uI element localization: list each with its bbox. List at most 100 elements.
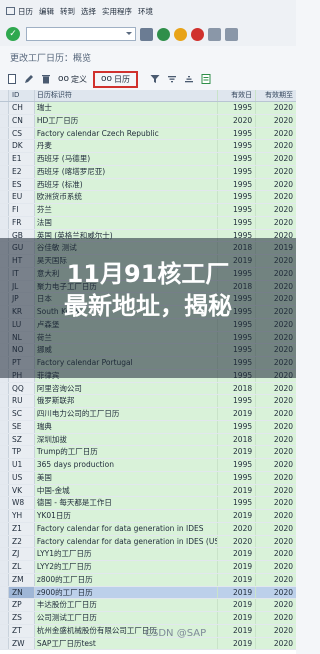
cancel-icon[interactable] <box>191 27 204 41</box>
column-header-valid-from[interactable]: 有效日期... <box>218 90 257 110</box>
row-selector[interactable] <box>0 535 9 548</box>
table-row[interactable]: US 美国 1995 2020 <box>0 471 296 485</box>
calendar-name-cell: Factory calendar Czech Republic <box>34 127 219 140</box>
row-selector[interactable] <box>0 204 9 216</box>
row-selector[interactable] <box>0 216 9 229</box>
row-selector[interactable] <box>0 153 9 165</box>
calendar-name-cell: HD工厂日历 <box>34 114 219 127</box>
table-row[interactable]: FR 法国 1995 2020 <box>0 216 296 230</box>
menu-goto[interactable]: 转到 <box>60 0 75 22</box>
export-button[interactable] <box>201 74 211 84</box>
menu-utilities[interactable]: 实用程序 <box>102 0 132 22</box>
menu-calendar[interactable]: 日历 <box>6 0 33 22</box>
calendar-button[interactable]: oo 日历 <box>93 70 138 88</box>
table-row[interactable]: ZN z900的工厂日历 2019 2020 <box>0 586 296 600</box>
table-row[interactable]: SZ 深圳加拔 2018 2020 <box>0 433 296 447</box>
sort-asc-button[interactable] <box>167 74 177 84</box>
enter-check-icon[interactable]: ✓ <box>6 27 20 41</box>
row-selector[interactable] <box>0 484 9 497</box>
save-icon[interactable] <box>140 27 153 41</box>
row-selector[interactable] <box>0 561 9 573</box>
menu-select[interactable]: 选择 <box>81 0 96 22</box>
table-row[interactable]: YH YK01日历 2019 2020 <box>0 510 296 523</box>
table-row[interactable]: QQ 阿里咨询公司 2018 2020 <box>0 382 296 396</box>
display-change-button[interactable] <box>7 74 17 84</box>
table-row[interactable]: ZJ LYY1的工厂日历 2019 2020 <box>0 548 296 561</box>
row-selector[interactable] <box>0 433 9 446</box>
row-selector[interactable] <box>0 114 9 127</box>
menu-edit[interactable]: 编辑 <box>39 0 54 22</box>
table-row[interactable]: FI 芬兰 1995 2020 <box>0 204 296 217</box>
back-icon[interactable] <box>157 27 170 41</box>
row-selector[interactable] <box>0 165 9 178</box>
row-selector[interactable] <box>0 140 9 152</box>
column-header-id[interactable]: ID <box>8 90 35 101</box>
filter-button[interactable] <box>150 74 160 84</box>
row-selector[interactable] <box>0 510 9 522</box>
table-row[interactable]: SE 瑞典 1995 2020 <box>0 420 296 434</box>
row-selector[interactable] <box>0 471 9 484</box>
glasses-icon: oo <box>101 74 113 84</box>
table-row[interactable]: E2 西班牙 (喀塔罗尼亚) 1995 2020 <box>0 165 296 179</box>
row-selector[interactable] <box>0 573 9 586</box>
row-selector[interactable] <box>0 637 9 650</box>
table-row[interactable]: W8 德国 - 每天都是工作日 1995 2020 <box>0 497 296 510</box>
row-selector[interactable] <box>0 382 9 395</box>
app-menu-icon[interactable] <box>6 7 15 15</box>
row-selector[interactable] <box>0 497 9 509</box>
table-row[interactable]: RU 俄罗斯联邦 1995 2020 <box>0 395 296 408</box>
row-selector[interactable] <box>0 586 9 599</box>
define-button[interactable]: oo 定义 <box>58 74 87 85</box>
table-row[interactable]: CS Factory calendar Czech Republic 1995 202… <box>0 127 296 141</box>
table-row[interactable]: U1 365 days production 1995 2020 <box>0 459 296 472</box>
table-row[interactable]: TP Trump的工厂日历 2019 2020 <box>0 446 296 459</box>
row-selector[interactable] <box>0 127 9 140</box>
row-selector[interactable] <box>0 612 9 624</box>
row-selector[interactable] <box>0 522 9 535</box>
row-selector[interactable] <box>0 191 9 203</box>
select-all-cell[interactable] <box>0 90 9 101</box>
table-row[interactable]: ES 西班牙 (标准) 1995 2020 <box>0 178 296 192</box>
table-row[interactable]: CH 瑞士 1995 2020 <box>0 102 296 115</box>
row-selector[interactable] <box>0 446 9 458</box>
row-selector[interactable] <box>0 395 9 407</box>
valid-to-cell: 2020 <box>256 637 296 650</box>
exit-icon[interactable] <box>174 27 187 41</box>
menu-environment[interactable]: 环境 <box>138 0 153 22</box>
table-row[interactable]: Z2 Factory calendar for data generation i… <box>0 535 296 549</box>
table-row[interactable]: ZL LYY2的工厂日历 2019 2020 <box>0 561 296 574</box>
row-selector[interactable] <box>0 624 9 637</box>
table-row[interactable]: ZW SAP工厂日历test 2019 2020 <box>0 637 296 651</box>
command-field[interactable] <box>26 27 136 41</box>
find-icon[interactable] <box>225 27 238 41</box>
table-row[interactable]: DK 丹麦 1995 2020 <box>0 140 296 153</box>
table-row[interactable]: Z1 Factory calendar for data generation i… <box>0 522 296 536</box>
column-header-name[interactable]: 日历标识符 <box>34 90 219 101</box>
valid-to-cell: 2020 <box>256 165 296 178</box>
row-selector[interactable] <box>0 178 9 191</box>
valid-from-cell: 1995 <box>218 153 257 165</box>
table-row[interactable]: ZP 丰达股份工厂日历 2019 2020 <box>0 599 296 612</box>
table-row[interactable]: EU 欧洲货币系统 1995 2020 <box>0 191 296 204</box>
table-row[interactable]: SC 四川电力公司的工厂日历 2019 2020 <box>0 408 296 421</box>
row-selector[interactable] <box>0 102 9 114</box>
valid-to-cell: 2020 <box>256 420 296 433</box>
row-selector[interactable] <box>0 420 9 433</box>
row-selector[interactable] <box>0 548 9 560</box>
delete-button[interactable] <box>41 74 51 84</box>
sort-desc-button[interactable] <box>184 74 194 84</box>
row-selector[interactable] <box>0 408 9 420</box>
calendar-id-cell: ZS <box>8 612 35 624</box>
table-row[interactable]: ZS 公司测试工厂日历 2019 2020 <box>0 612 296 625</box>
column-header-valid-to[interactable]: 有效期至 <box>256 90 296 101</box>
valid-to-cell: 2020 <box>256 471 296 484</box>
row-selector[interactable] <box>0 599 9 611</box>
edit-button[interactable] <box>24 74 34 84</box>
table-row[interactable]: CN HD工厂日历 2020 2020 <box>0 114 296 128</box>
row-selector[interactable] <box>0 459 9 471</box>
print-icon[interactable] <box>208 27 221 41</box>
table-row[interactable]: VK 中国-金城 2019 2020 <box>0 484 296 498</box>
valid-to-cell: 2020 <box>256 612 296 624</box>
table-row[interactable]: E1 西班牙 (马德里) 1995 2020 <box>0 153 296 166</box>
table-row[interactable]: ZM z800的工厂日历 2019 2020 <box>0 573 296 587</box>
